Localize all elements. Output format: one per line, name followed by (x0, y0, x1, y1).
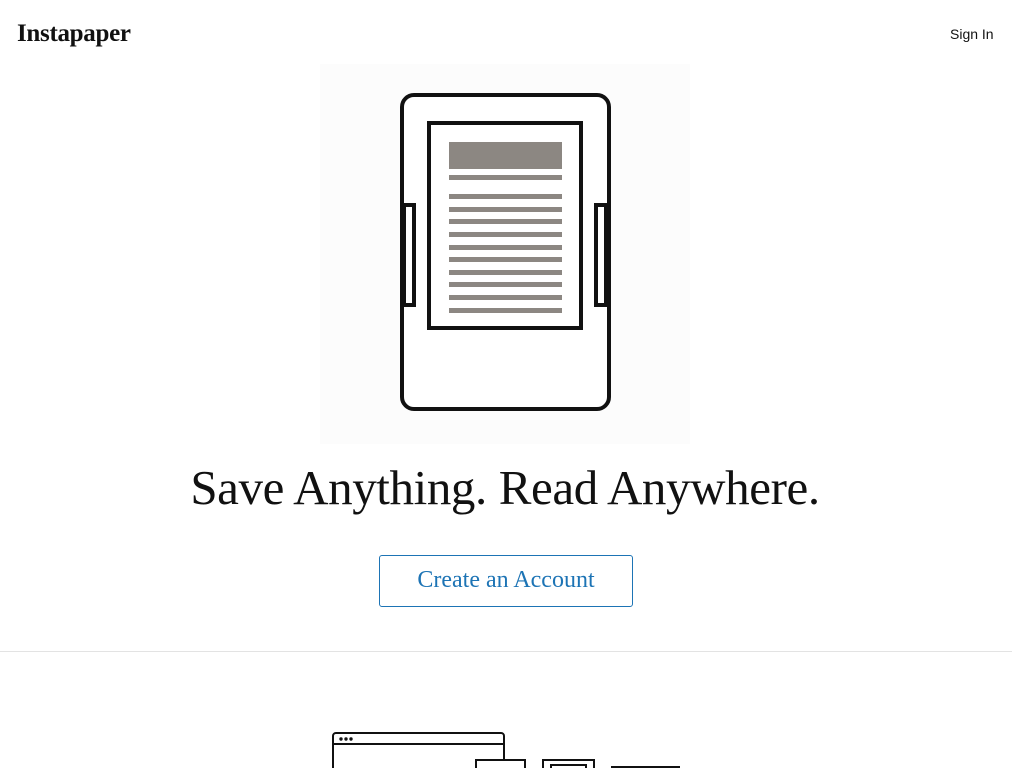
devices-illustration (330, 730, 690, 768)
devices-illustration-icon (332, 732, 680, 768)
e-reader-illustration (320, 64, 690, 444)
e-reader-icon (400, 93, 611, 411)
article-title-block (449, 142, 562, 169)
sign-in-link[interactable]: Sign In (950, 24, 994, 44)
hero-headline: Save Anything. Read Anywhere. (190, 460, 820, 515)
browser-dot (339, 737, 343, 741)
left-page-button (402, 203, 416, 307)
right-page-button (594, 203, 608, 307)
create-account-button[interactable]: Create an Account (379, 555, 633, 607)
instapaper-logo[interactable]: Instapaper (17, 17, 131, 51)
section-divider (0, 651, 1012, 652)
browser-dot (349, 737, 353, 741)
phone-outline (475, 759, 526, 768)
browser-dot (344, 737, 348, 741)
